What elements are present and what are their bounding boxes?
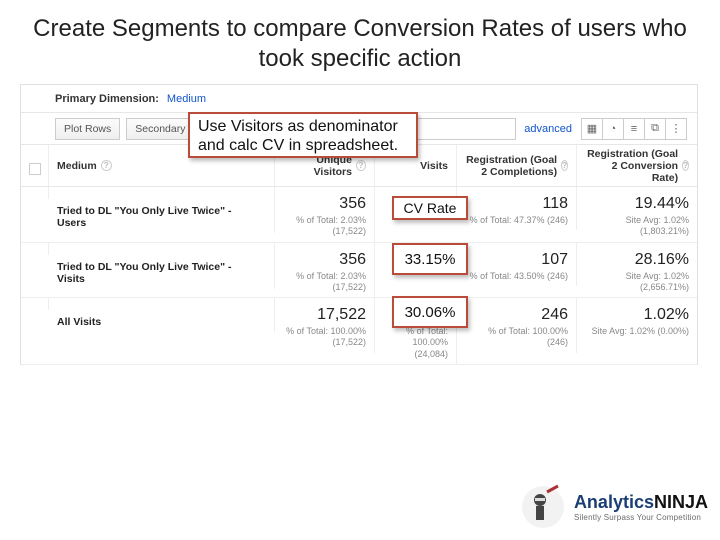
primary-dimension-row: Primary Dimension: Medium [21, 85, 697, 113]
view-pie-button[interactable]: ◔ [602, 118, 624, 140]
select-all-checkbox[interactable] [29, 163, 41, 175]
goal-rate-value: 1.02% [585, 306, 689, 324]
uv-value: 356 [283, 251, 366, 269]
goal-rate-sub: Site Avg: 1.02% (2,656.71%) [585, 271, 689, 294]
primary-dimension-label: Primary Dimension: [55, 93, 159, 105]
goal-rate-sub: Site Avg: 1.02% (1,803.21%) [585, 215, 689, 238]
view-toggle-bar: ▦ ◔ ≡ ⧉ ⋮ [582, 118, 687, 140]
brand-tagline: Silently Surpass Your Competition [574, 513, 708, 522]
help-icon[interactable]: ? [101, 160, 112, 171]
uv-sub: % of Total: 100.00% (17,522) [283, 326, 366, 349]
goal-rate-sub: Site Avg: 1.02% (0.00%) [585, 326, 689, 337]
col-goal-rate[interactable]: Registration (Goal 2 Conversion Rate)? [577, 145, 697, 186]
view-pivot-button[interactable]: ⧉ [644, 118, 666, 140]
uv-value: 17,522 [283, 306, 366, 324]
goal-comp-sub: % of Total: 47.37% (246) [465, 215, 568, 226]
row-label: All Visits [57, 306, 266, 328]
view-bar-button[interactable]: ≡ [623, 118, 645, 140]
visits-sub: % of Total: 100.00% (24,084) [383, 326, 448, 360]
goal-rate-value: 19.44% [585, 195, 689, 213]
goal-comp-sub: % of Total: 100.00% (246) [465, 326, 568, 349]
primary-dimension-value[interactable]: Medium [167, 93, 206, 105]
table-row: All Visits 17,522 % of Total: 100.00% (17… [21, 298, 697, 365]
brand-logo: AnalyticsNINJA Silently Surpass Your Com… [520, 484, 708, 530]
help-icon[interactable]: ? [356, 160, 366, 171]
brand-word-2: NINJA [654, 492, 708, 512]
ninja-icon [520, 484, 566, 530]
table-row: Tried to DL "You Only Live Twice" - User… [21, 187, 697, 243]
view-table-button[interactable]: ▦ [581, 118, 603, 140]
goal-comp-value: 118 [465, 195, 568, 213]
view-cloud-button[interactable]: ⋮ [665, 118, 687, 140]
callout-cv-row2: 30.06% [392, 296, 468, 328]
goal-comp-sub: % of Total: 43.50% (246) [465, 271, 568, 282]
page-title: Create Segments to compare Conversion Ra… [0, 0, 720, 84]
uv-value: 356 [283, 195, 366, 213]
table-row: Tried to DL "You Only Live Twice" - Visi… [21, 243, 697, 299]
help-icon[interactable]: ? [682, 160, 689, 171]
uv-sub: % of Total: 2.03% (17,522) [283, 215, 366, 238]
goal-rate-value: 28.16% [585, 251, 689, 269]
brand-word-1: Analytics [574, 492, 654, 512]
plot-rows-button[interactable]: Plot Rows [55, 118, 120, 140]
row-label: Tried to DL "You Only Live Twice" - Visi… [57, 251, 266, 285]
row-label: Tried to DL "You Only Live Twice" - User… [57, 195, 266, 229]
advanced-link[interactable]: advanced [524, 123, 572, 135]
callout-tip: Use Visitors as denominator and calc CV … [188, 112, 418, 158]
callout-cv-row1: 33.15% [392, 243, 468, 275]
goal-comp-value: 107 [465, 251, 568, 269]
col-goal-completions[interactable]: Registration (Goal 2 Completions)? [457, 145, 577, 186]
callout-cv-header: CV Rate [392, 196, 468, 220]
uv-sub: % of Total: 2.03% (17,522) [283, 271, 366, 294]
help-icon[interactable]: ? [561, 160, 568, 171]
goal-comp-value: 246 [465, 306, 568, 324]
